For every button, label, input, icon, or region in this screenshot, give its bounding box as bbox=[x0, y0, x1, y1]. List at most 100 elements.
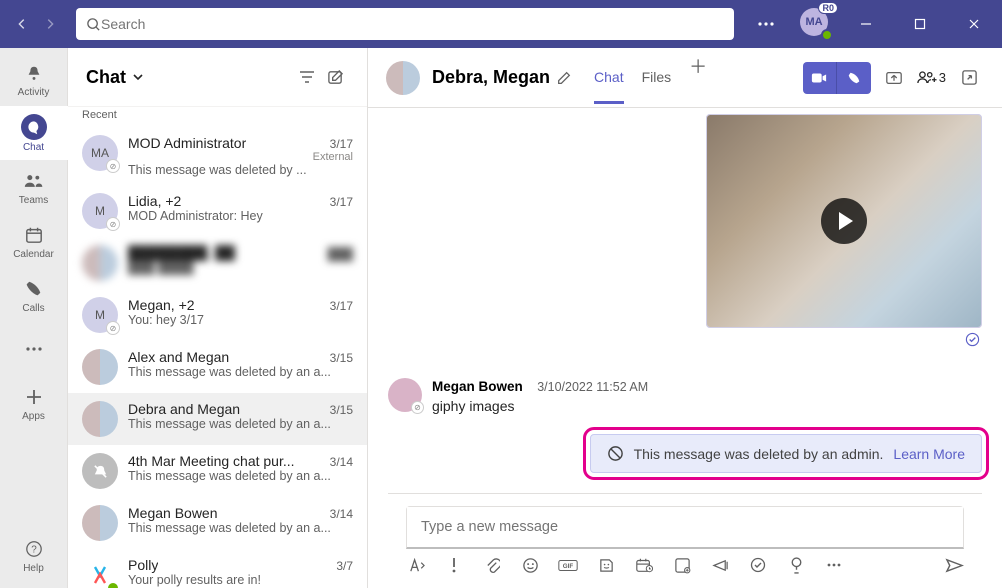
sticker-button[interactable] bbox=[596, 555, 616, 575]
chat-icon bbox=[21, 114, 47, 140]
message-composer[interactable] bbox=[406, 506, 964, 549]
teams-icon bbox=[22, 169, 46, 193]
rail-help[interactable]: ? Help bbox=[0, 528, 68, 582]
chat-time: 3/17 bbox=[330, 195, 353, 209]
chat-row[interactable]: MA⊘MOD Administrator3/17ExternalThis mes… bbox=[68, 127, 367, 185]
participants-button[interactable]: 3 bbox=[917, 70, 946, 85]
chat-time: 3/14 bbox=[330, 507, 353, 521]
priority-button[interactable] bbox=[444, 555, 464, 575]
presence-icon: ⊘ bbox=[106, 159, 120, 173]
chat-avatar: MA⊘ bbox=[82, 135, 118, 171]
chat-row[interactable]: M⊘Lidia, +23/17MOD Administrator: Hey bbox=[68, 185, 367, 237]
tab-chat[interactable]: Chat bbox=[594, 51, 624, 104]
chat-name: 4th Mar Meeting chat pur... bbox=[128, 453, 295, 469]
me-avatar[interactable]: MA R0 bbox=[800, 8, 832, 40]
rail-chat[interactable]: Chat bbox=[0, 106, 68, 160]
rail-label: Apps bbox=[22, 411, 45, 422]
rail-calendar[interactable]: Calendar bbox=[0, 214, 68, 268]
rail-label: Activity bbox=[18, 87, 50, 98]
external-badge: External bbox=[313, 151, 353, 163]
search-input[interactable] bbox=[101, 16, 724, 32]
more-icon bbox=[22, 337, 46, 361]
chat-name: Polly bbox=[128, 557, 158, 573]
chat-time: 3/15 bbox=[330, 351, 353, 365]
filter-button[interactable] bbox=[293, 63, 321, 91]
chat-name: Megan Bowen bbox=[128, 505, 218, 521]
help-icon: ? bbox=[22, 537, 46, 561]
people-icon bbox=[917, 70, 937, 85]
stream-button[interactable] bbox=[710, 555, 730, 575]
rail-activity[interactable]: Activity bbox=[0, 52, 68, 106]
blocked-icon bbox=[607, 445, 624, 462]
chat-row[interactable]: Debra and Megan3/15This message was dele… bbox=[68, 393, 367, 445]
chat-name: ████████, ██ bbox=[128, 245, 235, 261]
loop-button[interactable] bbox=[672, 555, 692, 575]
chat-avatar bbox=[82, 245, 118, 281]
chat-preview: Your polly results are in! bbox=[128, 573, 353, 587]
video-attachment[interactable] bbox=[706, 114, 982, 328]
more-actions-button[interactable] bbox=[824, 555, 844, 575]
presence-icon: ⊘ bbox=[106, 321, 120, 335]
approve-button[interactable] bbox=[748, 555, 768, 575]
chat-row[interactable]: M⊘Megan, +23/17You: hey 3/17 bbox=[68, 289, 367, 341]
presence-offline-icon: ⊘ bbox=[411, 401, 424, 414]
search-box[interactable] bbox=[76, 8, 734, 40]
chat-avatar bbox=[82, 401, 118, 437]
chat-time: ███ bbox=[327, 247, 353, 261]
rail-apps[interactable]: Apps bbox=[0, 376, 68, 430]
rail-more[interactable] bbox=[0, 322, 68, 376]
chat-avatar bbox=[82, 505, 118, 541]
add-tab-button[interactable]: ＋ bbox=[689, 51, 707, 104]
deleted-message-banner: This message was deleted by an admin. Le… bbox=[590, 434, 982, 473]
chat-list-title-text: Chat bbox=[86, 67, 126, 88]
window-close[interactable] bbox=[954, 4, 994, 44]
conversation-pane: Debra, Megan Chat Files ＋ 3 bbox=[368, 48, 1002, 588]
message-author: Megan Bowen bbox=[432, 379, 523, 394]
rail-calls[interactable]: Calls bbox=[0, 268, 68, 322]
open-app-button[interactable] bbox=[954, 63, 984, 93]
rail-label: Teams bbox=[19, 195, 48, 206]
edit-icon[interactable] bbox=[556, 70, 572, 86]
rail-label: Calendar bbox=[13, 249, 54, 260]
learn-more-link[interactable]: Learn More bbox=[893, 446, 965, 462]
format-button[interactable] bbox=[406, 555, 426, 575]
composer-input[interactable] bbox=[407, 507, 963, 547]
chat-row[interactable]: Alex and Megan3/15This message was delet… bbox=[68, 341, 367, 393]
chat-avatar bbox=[82, 453, 118, 489]
schedule-button[interactable] bbox=[634, 555, 654, 575]
chat-row[interactable]: Polly 3/7Your polly results are in! bbox=[68, 549, 367, 588]
chat-row[interactable]: 4th Mar Meeting chat pur...3/14This mess… bbox=[68, 445, 367, 497]
message-text: giphy images bbox=[432, 398, 648, 414]
tab-files[interactable]: Files bbox=[642, 51, 672, 104]
app-rail: Activity Chat Teams Calendar Calls Apps … bbox=[0, 48, 68, 588]
more-button[interactable] bbox=[746, 4, 786, 44]
presence-icon: ⊘ bbox=[106, 217, 120, 231]
chat-name: Lidia, +2 bbox=[128, 193, 181, 209]
chat-time: 3/7 bbox=[336, 559, 353, 573]
message-time: 3/10/2022 11:52 AM bbox=[537, 380, 648, 394]
share-screen-button[interactable] bbox=[879, 63, 909, 93]
chat-name: Alex and Megan bbox=[128, 349, 229, 365]
divider bbox=[388, 493, 982, 494]
chat-time: 3/15 bbox=[330, 403, 353, 417]
rail-teams[interactable]: Teams bbox=[0, 160, 68, 214]
chat-row[interactable]: Megan Bowen3/14This message was deleted … bbox=[68, 497, 367, 549]
video-call-button[interactable] bbox=[803, 62, 837, 94]
conversation-title[interactable]: Debra, Megan bbox=[432, 67, 572, 88]
attach-button[interactable] bbox=[482, 555, 502, 575]
window-minimize[interactable] bbox=[846, 4, 886, 44]
search-icon bbox=[86, 17, 101, 32]
audio-call-button[interactable] bbox=[837, 62, 871, 94]
gif-button[interactable]: GIF bbox=[558, 555, 578, 575]
send-button[interactable] bbox=[944, 555, 964, 575]
new-chat-button[interactable] bbox=[321, 63, 349, 91]
window-maximize[interactable] bbox=[900, 4, 940, 44]
play-icon[interactable] bbox=[821, 198, 867, 244]
chat-row[interactable]: ████████, ████████ ████ bbox=[68, 237, 367, 289]
viva-button[interactable] bbox=[786, 555, 806, 575]
message-avatar: ⊘ bbox=[388, 378, 422, 412]
chat-list-title[interactable]: Chat bbox=[86, 67, 144, 88]
emoji-button[interactable] bbox=[520, 555, 540, 575]
forward-button[interactable] bbox=[36, 10, 64, 38]
back-button[interactable] bbox=[8, 10, 36, 38]
